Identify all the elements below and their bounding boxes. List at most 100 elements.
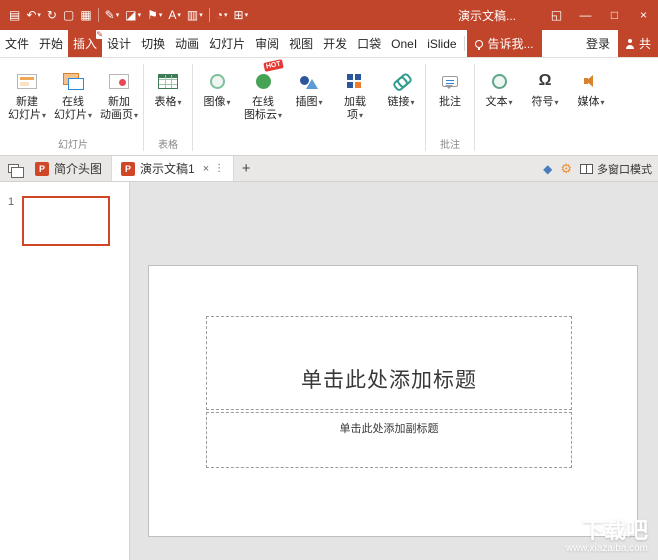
new-animation-page-button[interactable]: 新加 动画页▾ xyxy=(96,60,142,122)
close-tab-icon[interactable]: × xyxy=(203,163,209,175)
undo-button[interactable]: ↶ ▾ xyxy=(23,3,44,27)
maximize-button[interactable]: □ xyxy=(600,0,629,30)
chevron-down-icon: ▾ xyxy=(37,12,41,19)
window-switch-button[interactable] xyxy=(0,156,26,181)
brush-icon[interactable]: ◆ xyxy=(543,162,552,176)
paste-icon: ▥ xyxy=(186,8,199,22)
tell-me-box[interactable]: 告诉我... xyxy=(466,30,542,57)
speaker-icon xyxy=(584,74,598,88)
group-label-empty xyxy=(194,139,424,155)
font-color-icon: A xyxy=(168,8,177,22)
table-button[interactable]: 表格▾ xyxy=(145,60,191,109)
new-document-button[interactable]: ▢ xyxy=(60,3,77,27)
link-button[interactable]: 链接▾ xyxy=(378,60,424,109)
save-button[interactable]: ▤ xyxy=(6,3,23,27)
pen-button[interactable]: ✎ ▾ xyxy=(102,3,123,27)
window-switch-icon xyxy=(7,164,24,178)
tab-onei[interactable]: OneI xyxy=(386,30,422,57)
tab-transitions[interactable]: 切换 xyxy=(136,30,170,57)
watermark-title: 下载吧 xyxy=(581,518,648,543)
document-tab-intro[interactable]: P 简介头图 xyxy=(26,156,113,181)
online-slides-button[interactable]: 在线 幻灯片▾ xyxy=(50,60,96,122)
window-menu-button[interactable]: ◱ xyxy=(542,0,571,30)
slide-thumbnail-panel: 1 xyxy=(0,182,130,560)
grid-button[interactable]: ⊞ ▾ xyxy=(231,3,252,27)
window-title: 演示文稿... xyxy=(457,8,516,23)
flag-button[interactable]: ⚑ ▾ xyxy=(144,3,165,27)
new-document-icon: ▢ xyxy=(62,8,75,22)
text-button[interactable]: 文本▾ xyxy=(476,60,522,109)
subtitle-placeholder[interactable]: 单击此处添加副标题 xyxy=(206,412,572,468)
separator xyxy=(474,64,475,151)
group-label-comments: 批注 xyxy=(440,140,460,151)
chevron-down-icon: ▾ xyxy=(318,98,323,107)
redo-button[interactable]: ↻ xyxy=(44,3,60,27)
multi-window-icon xyxy=(580,163,593,174)
comment-button[interactable]: 批注 xyxy=(427,60,473,109)
presentation-file-icon: P xyxy=(35,161,49,176)
sign-in-button[interactable]: 登录 xyxy=(578,30,618,57)
illustration-button[interactable]: 插图▾ xyxy=(286,60,332,109)
chevron-down-icon: ▾ xyxy=(226,98,231,107)
shapes-button[interactable]: ◔ ▾ xyxy=(213,3,231,27)
font-color-button[interactable]: A ▾ xyxy=(165,3,184,27)
editing-canvas: 单击此处添加标题 单击此处添加副标题 下载吧 www.xiazaiba.com xyxy=(130,182,658,560)
chevron-down-icon: ▾ xyxy=(199,12,203,19)
tab-design[interactable]: 设计 xyxy=(102,30,136,57)
new-tab-button[interactable]: + xyxy=(234,156,258,181)
tab-animations[interactable]: 动画 xyxy=(170,30,204,57)
document-tab-presentation1[interactable]: P 演示文稿1 × ⋮ xyxy=(112,156,235,181)
format-painter-button[interactable]: ◪ ▾ xyxy=(122,3,144,27)
new-slide-button[interactable]: 新建 幻灯片▾ xyxy=(4,60,50,122)
slide: 单击此处添加标题 单击此处添加副标题 xyxy=(148,265,638,537)
illustration-icon xyxy=(300,74,318,89)
tab-slideshow[interactable]: 幻灯片 xyxy=(204,30,250,57)
separator xyxy=(143,64,144,151)
tab-developer[interactable]: 开发 xyxy=(318,30,352,57)
comment-icon xyxy=(442,75,458,89)
document-tab-bar: P 简介头图 P 演示文稿1 × ⋮ + ◆ ⚙ 多窗口模式 xyxy=(0,156,658,182)
gear-icon[interactable]: ⚙ xyxy=(560,161,572,177)
tab-koudai[interactable]: 口袋 xyxy=(352,30,386,57)
title-placeholder[interactable]: 单击此处添加标题 xyxy=(206,316,572,410)
chevron-down-icon: ▾ xyxy=(244,12,249,19)
tab-view[interactable]: 视图 xyxy=(284,30,318,57)
tab-islide[interactable]: iSlide xyxy=(422,30,461,57)
shapes-icon: ◔ xyxy=(215,8,224,22)
add-ins-icon xyxy=(347,74,353,80)
multi-window-mode-button[interactable]: 多窗口模式 xyxy=(580,161,652,177)
omega-symbol-icon: Ω xyxy=(538,72,552,89)
image-button[interactable]: 图像▾ xyxy=(194,60,240,109)
tab-bar-tools: ◆ ⚙ 多窗口模式 xyxy=(543,156,658,181)
ribbon: 新建 幻灯片▾ 在线 幻灯片▾ 新加 动画页▾ 幻灯片 表格▾ 表格 图像▾ H… xyxy=(0,58,658,156)
application-window: ▤ ↶ ▾ ↻ ▢ ▦ ✎ ▾ ◪ ▾ ⚑ ▾ A ▾ ▥ ▾ ◔ ▾ ⊞ ▾ 演示文稿... … xyxy=(0,0,658,560)
tab-home[interactable]: 开始 xyxy=(34,30,68,57)
link-icon xyxy=(391,72,411,90)
group-label-slides: 幻灯片 xyxy=(58,140,88,151)
tab-review[interactable]: 审阅 xyxy=(250,30,284,57)
minimize-button[interactable]: — xyxy=(571,0,600,30)
add-ins-button[interactable]: 加载 项▾ xyxy=(332,60,378,122)
tab-insert[interactable]: 插入 ✎ xyxy=(68,30,104,57)
chevron-down-icon: ▾ xyxy=(133,111,138,120)
ribbon-tab-row: 文件 开始 插入 ✎ 设计 切换 动画 幻灯片 审阅 视图 开发 口袋 OneI … xyxy=(0,30,658,58)
presentation-file-icon: P xyxy=(121,161,136,176)
tab-file[interactable]: 文件 xyxy=(0,30,34,57)
close-button[interactable]: × xyxy=(629,0,658,30)
media-button[interactable]: 媒体▾ xyxy=(568,60,614,109)
ribbon-group-comments: 批注 批注 xyxy=(427,60,473,155)
slide-thumbnail[interactable] xyxy=(22,196,110,246)
format-painter-icon: ◪ xyxy=(125,8,137,22)
icon-cloud-icon xyxy=(255,73,271,89)
online-icon-cloud-button[interactable]: HOT 在线 图标云▾ xyxy=(240,59,286,122)
group-label-empty xyxy=(476,139,614,155)
paste-button[interactable]: ▥ ▾ xyxy=(184,3,206,27)
share-button[interactable]: 共 xyxy=(617,30,658,57)
symbol-button[interactable]: Ω 符号▾ xyxy=(522,60,568,109)
more-options-icon[interactable]: ⋮ xyxy=(214,163,224,174)
keyboard-button[interactable]: ▦ xyxy=(77,3,94,27)
chevron-down-icon: ▾ xyxy=(137,12,142,19)
lightbulb-icon xyxy=(474,39,483,50)
person-icon xyxy=(625,38,635,49)
